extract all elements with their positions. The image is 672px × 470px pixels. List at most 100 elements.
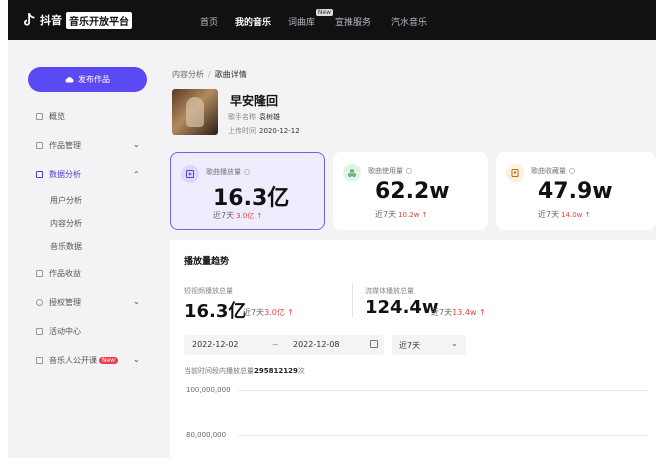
stat-card-delta: 14.0w ↑ — [561, 211, 591, 219]
stat-card-delta: 10.2w ↑ — [398, 211, 428, 219]
sidebar-sub-music-data[interactable]: 音乐数据 — [50, 241, 82, 252]
upload-cloud-icon — [65, 77, 74, 83]
stat-card-label: 歌曲使用量 — [368, 166, 412, 176]
grid-line — [238, 435, 648, 436]
chevron-up-icon[interactable]: ⌃ — [133, 170, 140, 179]
publish-button[interactable]: 发布作品 — [28, 67, 147, 92]
stat-card-value: 62.2w — [375, 179, 450, 204]
breadcrumb-current: 歌曲详情 — [214, 70, 247, 79]
nav-home[interactable]: 首页 — [200, 15, 218, 28]
date-range-picker[interactable]: 2022-12-02 ~ 2022-12-08 — [184, 335, 384, 355]
nav-lyrics-library[interactable]: 词曲库 New — [288, 9, 334, 28]
short-video-plays-label: 短视频播放总量 — [184, 287, 233, 295]
overview-icon — [36, 113, 43, 120]
stat-card-label: 歌曲收藏量 — [531, 166, 575, 176]
sidebar-sub-content-analysis[interactable]: 内容分析 — [50, 218, 82, 229]
breadcrumb: 内容分析 / 歌曲详情 — [172, 69, 247, 80]
douyin-note-icon — [24, 13, 35, 26]
date-separator: ~ — [272, 340, 279, 349]
song-cover-image — [172, 89, 218, 135]
streaming-plays-value: 124.4w — [365, 297, 439, 318]
sidebar-item-label: 授权管理 — [49, 298, 81, 307]
streaming-plays-sub: 近7天13.4w ↑ — [431, 308, 486, 317]
song-singer: 歌手名称 袁树雄 — [228, 112, 280, 122]
breadcrumb-parent[interactable]: 内容分析 — [172, 70, 204, 79]
singer-label: 歌手名称 — [228, 113, 256, 121]
nav-new-tag: New — [315, 9, 334, 16]
course-icon — [36, 357, 43, 364]
sidebar-item-public-course[interactable]: 音乐人公开课 New — [36, 355, 119, 366]
period-value: 近7天 — [399, 341, 421, 350]
events-icon — [36, 328, 43, 335]
stat-card-sub: 近7天 14.0w ↑ — [538, 210, 591, 219]
info-icon — [569, 168, 575, 174]
song-title: 早安隆回 — [230, 94, 279, 108]
period-total-value: 295812129 — [254, 367, 298, 375]
short-video-plays-sub: 近7天3.0亿 ↑ — [243, 308, 295, 317]
play-icon — [181, 165, 199, 183]
stat-card-label: 歌曲播放量 — [206, 167, 250, 177]
publish-button-label: 发布作品 — [78, 75, 110, 84]
stat-card-favorites[interactable]: 歌曲收藏量 47.9w 近7天 14.0w ↑ — [496, 152, 656, 230]
calendar-icon[interactable] — [370, 340, 378, 348]
period-total-plays: 当前时间段内播放总量295812129次 — [184, 367, 305, 375]
panel-title: 播放量趋势 — [184, 257, 230, 267]
brand-logo[interactable]: 抖音 音乐开放平台 — [22, 11, 132, 29]
stat-card-usage[interactable]: 歌曲使用量 62.2w 近7天 10.2w ↑ — [333, 152, 488, 230]
sidebar-item-label: 数据分析 — [49, 170, 81, 179]
sidebar-item-licensing[interactable]: 授权管理 — [36, 297, 81, 308]
nav-qishui-music[interactable]: 汽水音乐 — [391, 15, 427, 28]
chevron-down-icon[interactable]: ⌄ — [133, 140, 140, 149]
y-axis-tick: 100,000,000 — [186, 386, 231, 394]
sidebar-item-revenue[interactable]: 作品收益 — [36, 268, 81, 279]
sidebar-item-overview[interactable]: 概览 — [36, 111, 65, 122]
stat-card-plays[interactable]: 歌曲播放量 16.3亿 近7天 3.0亿 ↑ — [170, 152, 325, 230]
stat-card-value: 16.3亿 — [213, 186, 290, 211]
works-icon — [36, 142, 43, 149]
license-icon — [36, 299, 43, 306]
grid-line — [238, 390, 648, 391]
song-upload-time: 上传时间 2020-12-12 — [228, 126, 300, 136]
singer-value: 袁树雄 — [259, 113, 280, 121]
date-start[interactable]: 2022-12-02 — [192, 340, 239, 349]
revenue-icon — [36, 270, 43, 277]
stat-card-sub: 近7天 10.2w ↑ — [375, 210, 428, 219]
new-badge: New — [99, 357, 119, 364]
sidebar-item-data-analysis[interactable]: 数据分析 — [36, 169, 81, 180]
chart-bar-icon — [36, 171, 43, 178]
sidebar-item-label: 音乐人公开课 — [49, 356, 97, 365]
top-navigation-bar: 抖音 音乐开放平台 首页 我的音乐 词曲库 New 宣推服务 汽水音乐 — [8, 0, 656, 40]
usage-icon — [343, 164, 361, 182]
sidebar-item-label: 概览 — [49, 112, 65, 121]
streaming-plays-label: 流媒体播放总量 — [365, 287, 414, 295]
short-video-plays-value: 16.3亿 — [184, 301, 247, 322]
upload-time-value: 2020-12-12 — [259, 127, 300, 135]
stat-card-delta: 3.0亿 ↑ — [236, 212, 263, 220]
date-end[interactable]: 2022-12-08 — [293, 340, 340, 349]
chevron-down-icon: ⌄ — [451, 339, 458, 348]
stat-card-value: 47.9w — [538, 179, 613, 204]
sidebar-item-label: 作品收益 — [49, 269, 81, 278]
sidebar-item-events[interactable]: 活动中心 — [36, 326, 81, 337]
nav-promotion[interactable]: 宣推服务 — [335, 15, 371, 28]
stat-card-sub: 近7天 3.0亿 ↑ — [213, 211, 263, 220]
info-icon — [406, 168, 412, 174]
breadcrumb-separator: / — [208, 70, 211, 79]
bookmark-icon — [506, 164, 524, 182]
sidebar-item-label: 活动中心 — [49, 327, 81, 336]
sidebar-item-label: 作品管理 — [49, 141, 81, 150]
info-icon — [244, 169, 250, 175]
nav-my-music[interactable]: 我的音乐 — [235, 15, 271, 28]
nav-lyrics-library-label: 词曲库 — [288, 18, 316, 28]
sidebar-sub-user-analysis[interactable]: 用户分析 — [50, 195, 82, 206]
chevron-down-icon[interactable]: ⌄ — [133, 355, 140, 364]
sidebar-item-works[interactable]: 作品管理 — [36, 140, 81, 151]
brand-platform-label: 音乐开放平台 — [66, 11, 132, 29]
upload-time-label: 上传时间 — [228, 127, 256, 135]
period-select[interactable]: 近7天 ⌄ — [392, 335, 466, 355]
metric-divider — [352, 284, 353, 318]
sidebar — [8, 40, 158, 458]
y-axis-tick: 80,000,000 — [186, 431, 227, 439]
chevron-down-icon[interactable]: ⌄ — [133, 297, 140, 306]
brand-name: 抖音 — [40, 14, 62, 27]
